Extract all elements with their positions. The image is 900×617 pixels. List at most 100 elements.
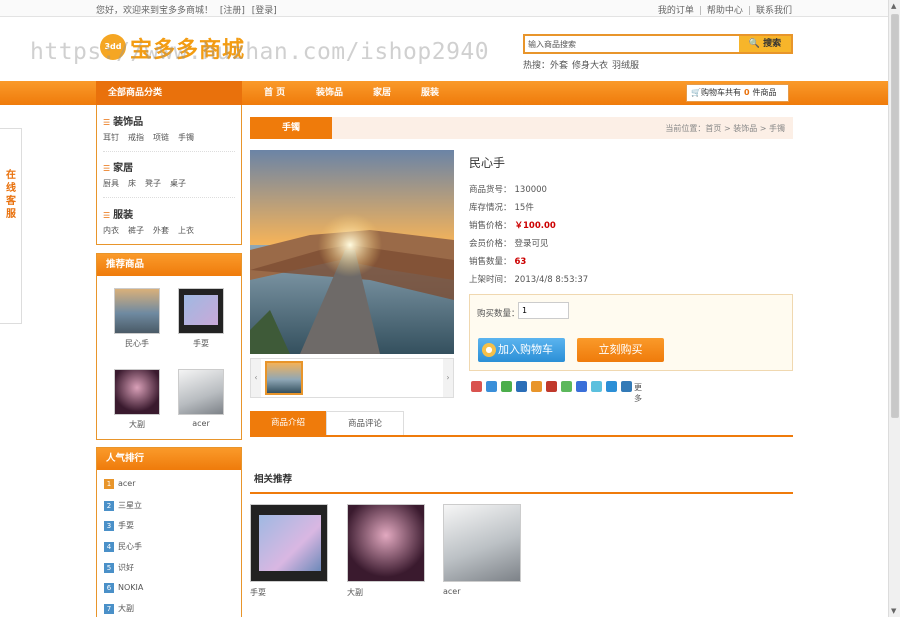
scrollbar-thumb[interactable] xyxy=(891,14,899,418)
hot-term[interactable]: 外套 xyxy=(550,61,568,71)
subcategory-link[interactable]: 裤子 xyxy=(128,226,144,235)
category-name: 装饰品 xyxy=(113,117,144,128)
tablet-photo-icon[interactable] xyxy=(178,288,224,334)
subcategory-link[interactable]: 外套 xyxy=(153,226,169,235)
product-label[interactable]: 手耍 xyxy=(171,338,231,349)
rank-item[interactable]: 3 手耍 xyxy=(104,520,134,531)
attr-value: 130000 xyxy=(514,185,547,195)
snow-tree-photo-icon[interactable] xyxy=(178,369,224,415)
rank-item[interactable]: 5 识好 xyxy=(104,562,134,573)
divider: | xyxy=(747,6,751,16)
nav-clothing[interactable]: 服装 xyxy=(421,81,439,105)
product-main-image[interactable] xyxy=(250,150,454,354)
product-label[interactable]: acer xyxy=(171,419,231,428)
rank-label: 识好 xyxy=(118,563,134,572)
register-link[interactable]: [注册] xyxy=(220,6,245,16)
my-orders-link[interactable]: 我的订单 xyxy=(658,6,694,16)
subcategory-link[interactable]: 上衣 xyxy=(178,226,194,235)
next-arrow-icon[interactable]: › xyxy=(443,359,453,397)
subcategory-link[interactable]: 厨具 xyxy=(103,179,119,188)
hot-term[interactable]: 羽绒服 xyxy=(612,61,639,71)
quantity-input[interactable] xyxy=(518,302,569,319)
share-douban-icon[interactable] xyxy=(531,381,542,392)
subcategory-link[interactable]: 项链 xyxy=(153,133,169,142)
category-heading[interactable]: ☰ 服装 xyxy=(103,206,235,221)
rank-item[interactable]: 6 NOKIA xyxy=(104,583,143,593)
rank-item[interactable]: 4 民心手 xyxy=(104,541,142,552)
landscape-photo-icon[interactable] xyxy=(114,288,160,334)
subcategory-link[interactable]: 桌子 xyxy=(170,179,186,188)
nav-home-living[interactable]: 家居 xyxy=(373,81,391,105)
subcategory-link[interactable]: 凳子 xyxy=(145,179,161,188)
breadcrumb[interactable]: 当前位置：首页 > 装饰品 > 手镯 xyxy=(665,123,785,134)
buy-now-button[interactable]: 立刻购买 xyxy=(577,338,664,362)
cart-icon: 🛒 xyxy=(691,88,701,97)
search-input[interactable] xyxy=(525,36,739,52)
prev-arrow-icon[interactable]: ‹ xyxy=(251,359,261,397)
add-to-cart-button[interactable]: ● 加入购物车 xyxy=(478,338,565,362)
product-label[interactable]: 大副 xyxy=(107,419,167,430)
subcategory-link[interactable]: 耳钉 xyxy=(103,133,119,142)
page-scrollbar[interactable]: ▲ ▼ xyxy=(888,0,900,617)
sales-count: 63 xyxy=(514,257,527,267)
scroll-down-icon[interactable]: ▼ xyxy=(891,607,896,615)
search-icon: 🔍 xyxy=(748,39,761,49)
nav-home[interactable]: 首 页 xyxy=(264,81,285,105)
search-box: 🔍 搜索 xyxy=(523,34,793,54)
rank-label: 手耍 xyxy=(118,521,134,530)
login-link[interactable]: [登录] xyxy=(252,6,277,16)
rank-item[interactable]: 1 acer xyxy=(104,479,136,489)
tab-description[interactable]: 商品介绍 xyxy=(250,411,326,435)
rank-item[interactable]: 2 三星立 xyxy=(104,500,142,511)
category-heading[interactable]: ☰ 家居 xyxy=(103,159,235,174)
all-categories-label[interactable]: 全部商品分类 xyxy=(96,81,242,105)
related-label[interactable]: 手耍 xyxy=(250,587,266,598)
category-group: ☰ 家居 厨具床凳子 桌子 xyxy=(103,159,235,198)
contact-us-link[interactable]: 联系我们 xyxy=(756,6,792,16)
recommended-panel: 推荐商品 民心手 手耍 大副 acer xyxy=(96,253,242,440)
nav-decorations[interactable]: 装饰品 xyxy=(316,81,343,105)
rank-number: 1 xyxy=(104,479,114,489)
search-button-label: 搜索 xyxy=(763,39,782,49)
subcategory-link[interactable]: 内衣 xyxy=(103,226,119,235)
rank-label: 大副 xyxy=(118,604,134,613)
quantity-label: 购买数量： xyxy=(477,309,520,319)
snow-tree-photo-icon[interactable] xyxy=(443,504,521,582)
cart-summary[interactable]: 🛒购物车共有 0 件商品 xyxy=(686,84,789,102)
subcategory-link[interactable]: 戒指 xyxy=(128,133,144,142)
related-label[interactable]: 大副 xyxy=(347,587,363,598)
category-tab[interactable]: 手镯 xyxy=(250,117,332,139)
share-mail-icon[interactable] xyxy=(591,381,602,392)
share-baidu-icon[interactable] xyxy=(576,381,587,392)
share-renren-icon[interactable] xyxy=(501,381,512,392)
subcategory-link[interactable]: 床 xyxy=(128,179,136,188)
share-tencent-icon[interactable] xyxy=(546,381,557,392)
tablet-photo-icon[interactable] xyxy=(250,504,328,582)
category-name: 服装 xyxy=(113,210,134,221)
tab-reviews[interactable]: 商品评论 xyxy=(326,411,404,435)
scroll-up-icon[interactable]: ▲ xyxy=(891,2,896,10)
portrait-photo-icon[interactable] xyxy=(347,504,425,582)
help-center-link[interactable]: 帮助中心 xyxy=(707,6,743,16)
divider xyxy=(103,151,235,152)
share-more-icon[interactable] xyxy=(621,381,632,392)
online-service-tab[interactable]: 在线客服 xyxy=(0,128,22,324)
share-people-icon[interactable] xyxy=(516,381,527,392)
portrait-photo-icon[interactable] xyxy=(114,369,160,415)
landscape-photo-icon[interactable] xyxy=(265,361,303,395)
share-print-icon[interactable] xyxy=(606,381,617,392)
related-label[interactable]: acer xyxy=(443,587,461,596)
share-weibo-icon[interactable] xyxy=(486,381,497,392)
rank-item[interactable]: 7 大副 xyxy=(104,603,134,614)
search-button[interactable]: 🔍 搜索 xyxy=(739,36,791,52)
product-label[interactable]: 民心手 xyxy=(107,338,167,349)
share-kaixin-icon[interactable] xyxy=(561,381,572,392)
subcategory-link[interactable]: 手镯 xyxy=(178,133,194,142)
hot-term[interactable]: 修身大衣 xyxy=(572,61,608,71)
share-more-label[interactable]: 更多 xyxy=(634,382,642,404)
attr-label: 销售价格： xyxy=(469,221,512,231)
category-panel: ☰ 装饰品 耳钉 戒指 项链 手镯 ☰ 家居 厨具床凳子 桌子 ☰ 服装 内衣 裤子 外套 上衣 xyxy=(96,105,242,245)
share-qzone-icon[interactable] xyxy=(471,381,482,392)
category-heading[interactable]: ☰ 装饰品 xyxy=(103,113,235,128)
member-price-link[interactable]: 登录可见 xyxy=(515,239,549,249)
